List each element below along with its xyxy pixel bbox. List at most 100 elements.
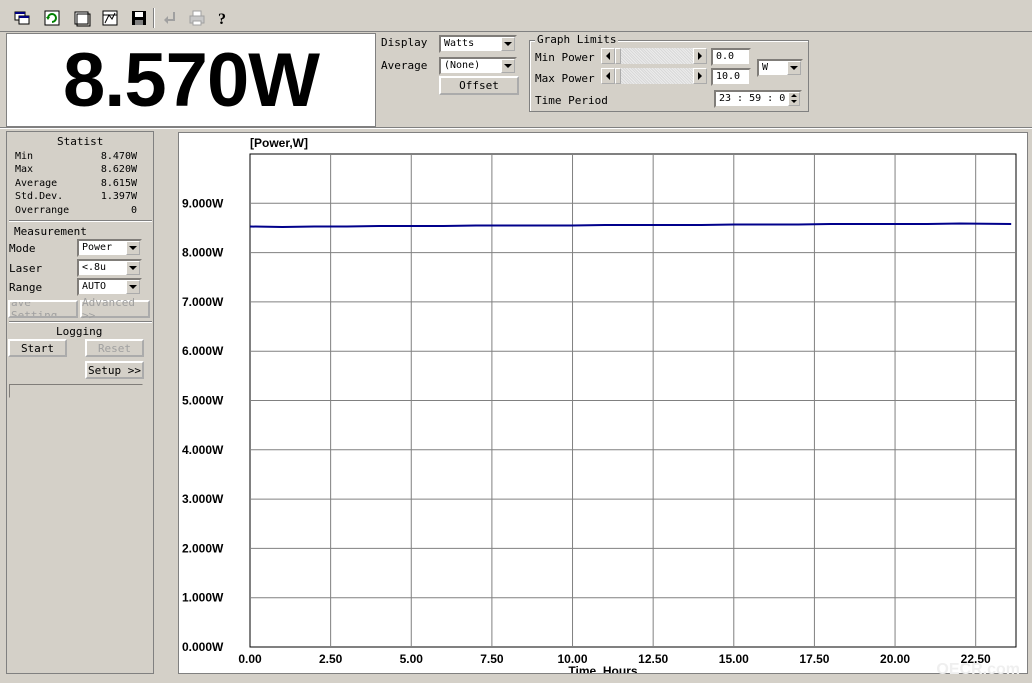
- toolbar: ?: [0, 0, 1032, 32]
- slider-thumb[interactable]: [615, 48, 621, 64]
- time-period-value: 23 : 59 : 0: [719, 93, 786, 104]
- time-period-spinner[interactable]: [788, 92, 800, 106]
- x-tick-label: 2.50: [319, 652, 343, 666]
- y-tick-label: 7.000W: [182, 295, 224, 309]
- help-icon[interactable]: ?: [210, 7, 234, 29]
- y-tick-label: 1.000W: [182, 591, 224, 605]
- stat-value: 8.615W: [100, 178, 137, 189]
- measurement-title: Measurement: [14, 225, 87, 238]
- unit-select-value: W: [762, 62, 769, 73]
- x-tick-label: 0.00: [238, 652, 262, 666]
- arrow-right-icon[interactable]: [693, 68, 707, 84]
- start-button[interactable]: Start: [8, 339, 67, 357]
- power-readout: 8.570W: [6, 33, 376, 127]
- y-tick-label: 5.000W: [182, 394, 224, 408]
- x-axis-label: Time, Hours: [568, 664, 637, 673]
- stat-row-min: Min 8.470W: [15, 151, 137, 162]
- stat-row-overrange: Overrange 0: [15, 205, 137, 216]
- chevron-down-icon[interactable]: [126, 241, 140, 255]
- max-power-slider[interactable]: [601, 68, 707, 84]
- unit-select[interactable]: W: [757, 59, 803, 77]
- save-icon[interactable]: [127, 7, 151, 29]
- max-power-field[interactable]: 10.0: [711, 68, 751, 86]
- chevron-down-icon[interactable]: [126, 261, 140, 275]
- stat-label: Average: [15, 178, 58, 189]
- power-readout-value: 8.570W: [63, 37, 320, 123]
- max-power-label: Max Power: [535, 72, 595, 85]
- statistics-title: Statist: [57, 135, 104, 148]
- setup-button[interactable]: Setup >>: [85, 361, 144, 379]
- chart-title: [Power,W]: [250, 136, 308, 150]
- watermark: OECR.com: [936, 661, 1020, 678]
- laser-select-value: <.8u: [82, 262, 107, 273]
- x-tick-label: 15.00: [719, 652, 749, 666]
- stat-row-average: Average 8.615W: [15, 178, 137, 189]
- y-tick-label: 0.000W: [182, 640, 224, 654]
- x-tick-label: 5.00: [400, 652, 424, 666]
- display-select[interactable]: Watts: [439, 35, 517, 53]
- chart-settings-icon[interactable]: [98, 7, 122, 29]
- window-icon[interactable]: [70, 7, 94, 29]
- stat-value: 1.397W: [100, 191, 137, 202]
- chevron-down-icon[interactable]: [787, 61, 801, 75]
- print-icon[interactable]: [185, 7, 209, 29]
- graph-limits-title: Graph Limits: [535, 33, 619, 46]
- toolbar-separator: [153, 8, 155, 28]
- offset-button[interactable]: Offset: [439, 76, 519, 95]
- spin-up-icon[interactable]: [791, 94, 797, 97]
- slider-track[interactable]: [615, 68, 693, 84]
- stat-row-stddev: Std.Dev. 1.397W: [15, 191, 137, 202]
- range-select-value: AUTO: [82, 281, 107, 292]
- time-period-label: Time Period: [535, 94, 608, 107]
- reset-button[interactable]: Reset: [85, 339, 144, 357]
- chart-svg: 0.00 2.50 5.00 7.50 10.00 12.50 15.00 17.50 20.0…: [182, 136, 1017, 673]
- chevron-down-icon[interactable]: [501, 59, 515, 73]
- y-tick-label: 8.000W: [182, 246, 224, 260]
- stat-label: Std.Dev.: [15, 191, 64, 202]
- display-label: Display: [381, 36, 428, 49]
- stat-value: 0: [130, 205, 137, 216]
- chevron-down-icon[interactable]: [126, 280, 140, 294]
- y-tick-label: 6.000W: [182, 344, 224, 358]
- mode-label: Mode: [9, 242, 36, 255]
- slider-track[interactable]: [615, 48, 693, 64]
- stat-label: Max: [15, 164, 34, 175]
- logging-title: Logging: [56, 325, 103, 338]
- power-chart: 0.00 2.50 5.00 7.50 10.00 12.50 15.00 17.50 20.0…: [178, 132, 1028, 674]
- arrow-right-icon[interactable]: [693, 48, 707, 64]
- y-tick-label: 9.000W: [182, 196, 224, 210]
- stat-value: 8.470W: [100, 151, 137, 162]
- display-select-value: Watts: [444, 38, 475, 49]
- svg-text:?: ?: [218, 11, 226, 27]
- range-label: Range: [9, 281, 43, 294]
- average-label: Average: [381, 59, 428, 72]
- x-tick-label: 7.50: [480, 652, 504, 666]
- min-power-slider[interactable]: [601, 48, 707, 64]
- slider-thumb[interactable]: [615, 68, 621, 84]
- divider: [9, 321, 152, 323]
- laser-select[interactable]: <.8u: [77, 259, 142, 277]
- stat-row-max: Max 8.620W: [15, 164, 137, 175]
- average-select[interactable]: (None): [439, 57, 517, 75]
- range-select[interactable]: AUTO: [77, 278, 142, 296]
- arrow-left-icon[interactable]: [601, 68, 615, 84]
- chevron-down-icon[interactable]: [501, 37, 515, 51]
- x-tick-label: 20.00: [880, 652, 910, 666]
- min-power-label: Min Power: [535, 51, 595, 64]
- stat-value: 8.620W: [100, 164, 137, 175]
- average-select-value: (None): [444, 60, 481, 71]
- arrow-left-icon[interactable]: [601, 48, 615, 64]
- stat-label: Overrange: [15, 205, 70, 216]
- laser-label: Laser: [9, 262, 43, 275]
- refresh-icon[interactable]: [40, 7, 64, 29]
- spin-down-icon[interactable]: [791, 100, 797, 103]
- enter-icon[interactable]: [158, 7, 182, 29]
- save-settings-button[interactable]: ave Setting: [8, 300, 78, 318]
- advanced-button[interactable]: Advanced >>: [80, 296, 150, 322]
- open-window-icon[interactable]: [10, 7, 34, 29]
- min-power-field[interactable]: 0.0: [711, 48, 751, 66]
- x-tick-label: 12.50: [638, 652, 668, 666]
- stat-label: Min: [15, 151, 34, 162]
- mode-select[interactable]: Power: [77, 239, 142, 257]
- divider: [9, 220, 152, 222]
